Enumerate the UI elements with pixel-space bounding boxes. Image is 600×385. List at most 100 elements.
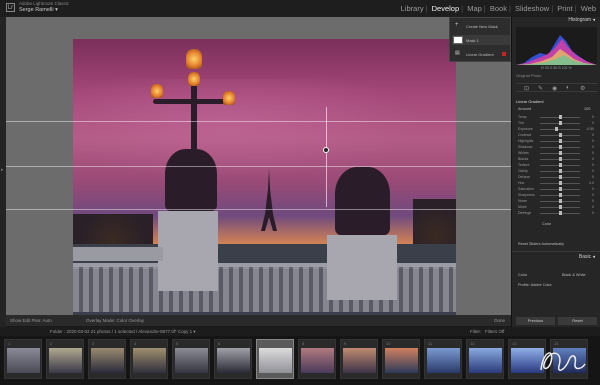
slider-knob[interactable] [558, 145, 562, 149]
eiffel-tower [261, 169, 277, 231]
filmstrip-thumbnail[interactable]: 7 [256, 339, 294, 379]
crop-icon[interactable]: ⊡ [524, 85, 529, 92]
settings-icon[interactable]: ⚙ [580, 85, 585, 92]
slider-value[interactable]: 0 [592, 139, 594, 143]
done-button[interactable]: Done [494, 318, 505, 323]
treatment-color[interactable]: Color [518, 273, 527, 277]
user-name[interactable]: Serge Ramelli ▾ [19, 7, 58, 13]
thumbnail-number: 7 [260, 341, 263, 346]
module-web[interactable]: Web [581, 4, 596, 13]
filmstrip-thumbnail[interactable]: 9 [340, 339, 378, 379]
mask-color-swatch[interactable] [502, 52, 506, 56]
bridge-balustrade [73, 267, 456, 312]
slider-value[interactable]: 0 [592, 193, 594, 197]
slider-knob[interactable] [558, 139, 562, 143]
show-edit-pins[interactable]: Show Edit Pins: Auto [10, 318, 52, 323]
slider-knob[interactable] [555, 127, 559, 131]
module-library[interactable]: Library [401, 4, 424, 13]
module-book[interactable]: Book [490, 4, 507, 13]
filmstrip-thumbnail[interactable]: 11 [424, 339, 462, 379]
slider-knob[interactable] [558, 151, 562, 155]
slider-knob[interactable] [558, 193, 562, 197]
slider-knob[interactable] [558, 199, 562, 203]
gradient-line-bottom[interactable] [6, 209, 511, 210]
slider-value[interactable]: -0.50 [586, 127, 594, 131]
slider-value[interactable]: 0.0 [589, 181, 594, 185]
module-print[interactable]: Print [557, 4, 572, 13]
color-label[interactable]: Color [542, 222, 551, 226]
slider-knob[interactable] [558, 133, 562, 137]
profile-select[interactable]: Profile: Adobe Color [518, 283, 552, 287]
module-slideshow[interactable]: Slideshow [515, 4, 549, 13]
slider-knob[interactable] [558, 175, 562, 179]
gradient-line-top[interactable] [6, 121, 511, 122]
original-photo-toggle[interactable]: Original Photo [516, 73, 541, 78]
treatment-bw[interactable]: Black & White [562, 273, 586, 277]
slider-knob[interactable] [558, 121, 562, 125]
slider-value[interactable]: 0 [592, 163, 594, 167]
red-eye-icon[interactable]: ◉ [552, 85, 557, 92]
slider-label: Noise [518, 199, 527, 203]
slider-value[interactable]: 0 [592, 199, 594, 203]
module-map[interactable]: Map [467, 4, 482, 13]
gradient-line-center[interactable] [6, 166, 511, 167]
slider-value[interactable]: 0 [592, 145, 594, 149]
slider-knob[interactable] [558, 169, 562, 173]
slider-value[interactable]: 0 [592, 211, 594, 215]
previous-button[interactable]: Previous [516, 317, 555, 325]
slider-knob[interactable] [558, 163, 562, 167]
slider-value[interactable]: 0 [592, 205, 594, 209]
slider-label: Whites [518, 151, 529, 155]
slider-value[interactable]: 0 [592, 121, 594, 125]
slider-value[interactable]: 0 [592, 133, 594, 137]
reset-button[interactable]: Reset [558, 317, 597, 325]
slider-knob[interactable] [558, 205, 562, 209]
slider-value[interactable]: 0 [592, 187, 594, 191]
create-new-mask[interactable]: + Create New Mask [452, 21, 510, 31]
slider-label: Temp [518, 115, 527, 119]
amount-value[interactable]: 100 [584, 107, 590, 111]
slider-knob[interactable] [558, 211, 562, 215]
reset-sliders-checkbox[interactable]: Reset Sliders Automatically [518, 242, 564, 246]
image-canvas[interactable] [6, 17, 511, 324]
filmstrip-thumbnail[interactable]: 3 [88, 339, 126, 379]
gradient-rotation-handle[interactable] [326, 107, 327, 207]
slider-track[interactable] [540, 129, 580, 130]
slider-value[interactable]: 0 [592, 175, 594, 179]
filmstrip-thumbnail[interactable]: 8 [298, 339, 336, 379]
filmstrip-thumbnail[interactable]: 4 [130, 339, 168, 379]
filter-select[interactable]: Filters Off [485, 329, 504, 334]
thumbnail-image [175, 348, 208, 373]
mask-pin[interactable] [323, 147, 329, 153]
filmstrip-thumbnail[interactable]: 1 [4, 339, 42, 379]
slider-value[interactable]: 0 [592, 157, 594, 161]
filmstrip-thumbnail[interactable]: 6 [214, 339, 252, 379]
slider-knob[interactable] [558, 181, 562, 185]
mask-component-item[interactable]: ▤ Linear Gradient [452, 49, 510, 59]
slider-value[interactable]: 0 [592, 115, 594, 119]
filmstrip-thumbnail[interactable]: 2 [46, 339, 84, 379]
slider-knob[interactable] [558, 187, 562, 191]
basic-panel-header[interactable]: Basic ◂ [512, 251, 600, 260]
statue-left [165, 149, 217, 211]
tool-strip: ⊡ ✎ ◉ ◐ ⚙ [516, 83, 597, 92]
overlay-mode[interactable]: Overlay Mode: Color Overlay [86, 318, 144, 323]
slider-value[interactable]: 0 [592, 151, 594, 155]
thumbnail-image [133, 348, 166, 373]
mask-icon[interactable]: ◐ [566, 85, 570, 91]
mask-item[interactable]: Mask 1 [452, 35, 510, 45]
slider-value[interactable]: 0 [592, 169, 594, 173]
heal-icon[interactable]: ✎ [538, 85, 543, 92]
module-develop[interactable]: Develop [432, 4, 460, 13]
histogram-header[interactable]: Histogram ◂ [512, 17, 600, 25]
filmstrip-thumbnail[interactable]: 10 [382, 339, 420, 379]
photo-preview[interactable] [73, 39, 456, 324]
folder-info[interactable]: Folder : 2020-03-02 21 photos / 1 select… [50, 329, 196, 335]
filmstrip-thumbnail[interactable]: 5 [172, 339, 210, 379]
slider-knob[interactable] [558, 115, 562, 119]
expand-left-panel-icon[interactable]: ▸ [1, 167, 4, 173]
slider-knob[interactable] [558, 157, 562, 161]
slider-defringe[interactable]: Defringe 0 [518, 211, 596, 217]
filmstrip-thumbnail[interactable]: 12 [466, 339, 504, 379]
statue-right [335, 167, 390, 235]
